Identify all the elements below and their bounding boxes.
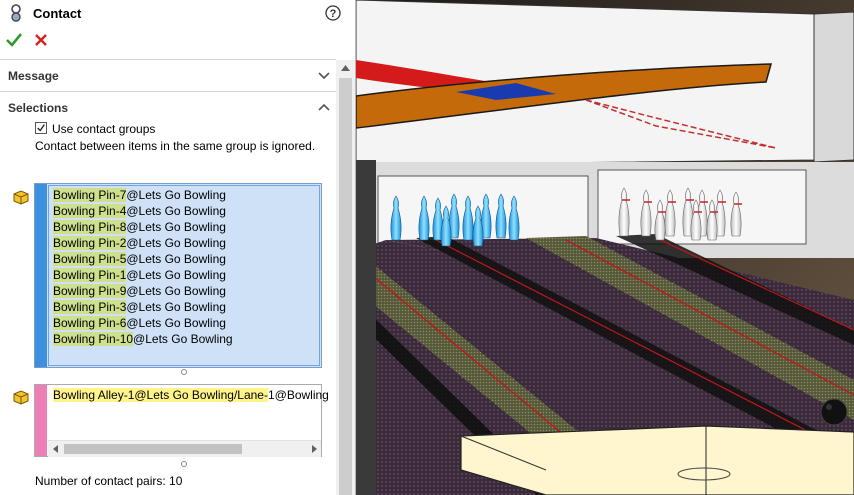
panel-title: Contact [33, 6, 82, 21]
use-contact-groups-label[interactable]: Use contact groups [52, 122, 155, 136]
item-highlight: Bowling Pin-7 [53, 188, 127, 202]
bowling-alley-scene [356, 0, 854, 495]
group-2-color-bar [35, 385, 47, 456]
item-suffix: @Lets Go Bowling [126, 284, 226, 298]
divider [0, 59, 336, 60]
help-icon[interactable]: ? [325, 5, 341, 21]
list-item[interactable]: Bowling Pin-7@Lets Go Bowling [53, 188, 226, 203]
contact-groups-info: Contact between items in the same group … [35, 139, 316, 153]
scrollbar-thumb[interactable] [64, 444, 242, 454]
list-item[interactable]: Bowling Alley-1@Lets Go Bowling/Lane-1@B… [53, 388, 329, 403]
list-item[interactable]: Bowling Pin-2@Lets Go Bowling [53, 236, 226, 251]
property-manager-panel: Contact ? Message Selections Use contact… [0, 0, 356, 495]
item-highlight: Bowling Pin-2 [53, 236, 127, 250]
list-item[interactable]: Bowling Pin-6@Lets Go Bowling [53, 316, 226, 331]
list-item[interactable]: Bowling Pin-5@Lets Go Bowling [53, 252, 226, 267]
graphics-viewport[interactable] [356, 0, 854, 495]
chevron-up-icon[interactable] [318, 103, 330, 111]
item-highlight: Bowling Pin-3 [53, 300, 127, 314]
scroll-right-icon[interactable] [310, 445, 318, 453]
item-highlight: Bowling Pin-5 [53, 252, 127, 266]
svg-text:?: ? [330, 8, 337, 20]
group-1-color-bar [35, 184, 47, 367]
checkmark-icon[interactable] [6, 32, 22, 48]
scrollbar-thumb[interactable] [339, 78, 352, 495]
close-icon[interactable] [34, 33, 48, 47]
item-suffix: @Lets Go Bowling [126, 236, 226, 250]
list-item[interactable]: Bowling Pin-9@Lets Go Bowling [53, 284, 226, 299]
contact-mate-icon [11, 4, 21, 22]
section-message-header[interactable]: Message [8, 69, 59, 83]
list-item[interactable]: Bowling Pin-4@Lets Go Bowling [53, 204, 226, 219]
title-bar: Contact ? [0, 0, 355, 27]
item-highlight: Bowling Pin-9 [53, 284, 127, 298]
item-highlight: Bowling Pin-10 [53, 332, 134, 346]
chevron-down-icon[interactable] [318, 72, 330, 80]
item-suffix: @Lets Go Bowling [126, 188, 226, 202]
item-suffix: @Lets Go Bowling [126, 316, 226, 330]
check-icon [37, 124, 45, 132]
item-suffix: @Lets Go Bowling [126, 268, 226, 282]
item-highlight: Bowling Alley-1@Lets Go Bowling/Lane- [53, 388, 268, 402]
list-item[interactable]: Bowling Pin-1@Lets Go Bowling [53, 268, 226, 283]
contact-group-2-list[interactable]: Bowling Alley-1@Lets Go Bowling/Lane-1@B… [34, 384, 329, 457]
component-selection-icon [13, 390, 29, 405]
item-suffix: @Lets Go Bowling [126, 220, 226, 234]
item-suffix: 1@Bowling [267, 388, 329, 402]
item-highlight: Bowling Pin-1 [53, 268, 127, 282]
use-contact-groups-checkbox[interactable] [35, 122, 47, 134]
horizontal-scrollbar[interactable] [48, 440, 321, 457]
panel-vertical-scrollbar[interactable] [336, 60, 355, 495]
item-suffix: @Lets Go Bowling [126, 204, 226, 218]
item-highlight: Bowling Pin-8 [53, 220, 127, 234]
scroll-left-icon[interactable] [52, 445, 60, 453]
list-resize-grip[interactable] [181, 369, 187, 375]
contact-group-1-list[interactable]: Bowling Pin-7@Lets Go Bowling Bowling Pi… [34, 183, 322, 368]
scroll-up-icon[interactable] [341, 65, 350, 72]
component-selection-icon [13, 190, 29, 205]
list-item[interactable]: Bowling Pin-3@Lets Go Bowling [53, 300, 226, 315]
item-suffix: @Lets Go Bowling [133, 332, 233, 346]
contact-pairs-count: Number of contact pairs: 10 [35, 474, 183, 488]
item-suffix: @Lets Go Bowling [126, 300, 226, 314]
section-selections-header[interactable]: Selections [8, 101, 68, 115]
divider [0, 91, 336, 92]
list-resize-grip[interactable] [181, 461, 187, 467]
item-highlight: Bowling Pin-4 [53, 204, 127, 218]
list-item[interactable]: Bowling Pin-10@Lets Go Bowling [53, 332, 233, 347]
item-suffix: @Lets Go Bowling [126, 252, 226, 266]
list-item[interactable]: Bowling Pin-8@Lets Go Bowling [53, 220, 226, 235]
item-highlight: Bowling Pin-6 [53, 316, 127, 330]
